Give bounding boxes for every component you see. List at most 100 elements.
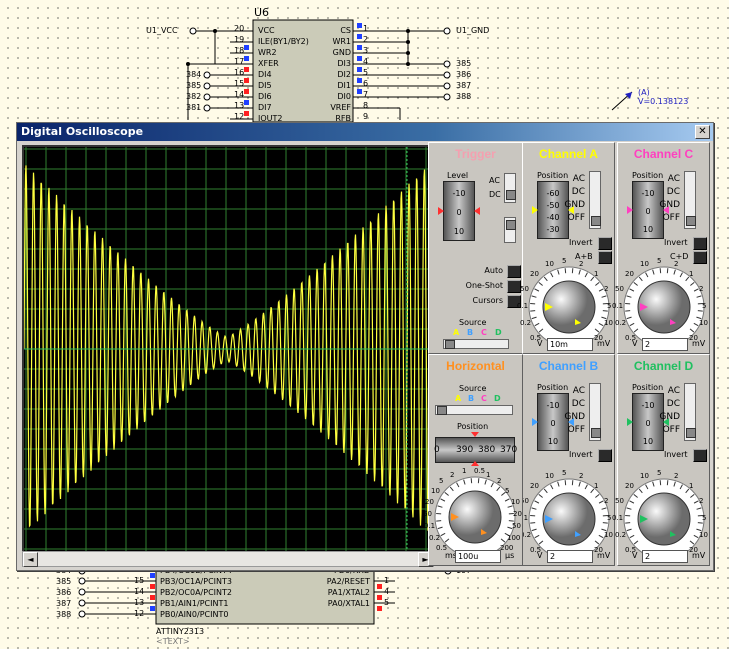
dial-scale-label: 100 bbox=[507, 534, 521, 542]
trigger-one-shot-button[interactable] bbox=[507, 280, 521, 293]
horizontal-scrollbar[interactable]: ◄ ► bbox=[22, 551, 434, 567]
pin-name: ILE(BY1/BY2) bbox=[258, 37, 309, 46]
pin-number: 13 bbox=[234, 101, 245, 110]
dial-scale-label: 10 bbox=[604, 531, 613, 539]
channel-a-trace bbox=[24, 165, 430, 531]
trigger-coupling-switch[interactable] bbox=[504, 173, 516, 203]
pin-number: 5 bbox=[363, 68, 369, 77]
pin-name: PA0/XTAL1 bbox=[327, 599, 370, 608]
timebase-value-field[interactable]: 10m bbox=[547, 338, 593, 351]
pin-number: 12 bbox=[234, 112, 245, 121]
pin-number: 3 bbox=[363, 46, 369, 55]
channel-a-invert-button[interactable] bbox=[598, 237, 612, 250]
horizontal-title: Horizontal bbox=[446, 359, 505, 373]
dial-scale-label: 5 bbox=[505, 487, 510, 495]
horizontal-source-slider[interactable] bbox=[435, 405, 513, 415]
dial-scale-label: 5 bbox=[562, 469, 567, 477]
position-tick: 390 bbox=[456, 445, 474, 455]
coupling-switch[interactable] bbox=[589, 383, 601, 441]
dial-scale-label: 20 bbox=[513, 510, 522, 518]
scroll-left-button[interactable]: ◄ bbox=[23, 552, 38, 567]
dial-scale-label: 20 bbox=[425, 498, 434, 506]
horizontal-source-letter: D bbox=[494, 394, 501, 403]
net-label: 385 bbox=[456, 59, 472, 68]
position-marker-bottom-icon bbox=[471, 461, 479, 466]
net-label: 382 bbox=[186, 92, 202, 101]
position-tick: 10 bbox=[453, 227, 465, 236]
unit-left-label: V bbox=[537, 551, 543, 560]
window-titlebar[interactable]: Digital Oscilloscope ✕ bbox=[17, 123, 713, 141]
dial-scale-label: 10 bbox=[545, 260, 554, 268]
unit-label: mV bbox=[692, 551, 706, 560]
timebase-value-field[interactable]: 100u bbox=[455, 550, 501, 563]
dial-scale-label: 20 bbox=[530, 482, 539, 490]
switch-knob bbox=[686, 428, 696, 438]
dial-scale-label: 1 bbox=[594, 482, 599, 490]
dial-scale-label: 5 bbox=[657, 257, 662, 265]
pin-number: 14 bbox=[234, 90, 245, 99]
dial-scale-label: 0.5 bbox=[474, 467, 486, 475]
mode-label-off: OFF bbox=[567, 425, 585, 435]
position-marker-top-icon bbox=[471, 432, 479, 437]
mode-label-gnd: GND bbox=[564, 200, 585, 210]
coupling-switch[interactable] bbox=[684, 171, 696, 229]
pin-number: 6 bbox=[363, 79, 369, 88]
timebase-value-field[interactable]: 2 bbox=[547, 550, 593, 563]
dial-tick bbox=[602, 310, 608, 312]
pin-number: 17 bbox=[234, 57, 245, 66]
mode-label-gnd: GND bbox=[564, 412, 585, 422]
pin-number: 15 bbox=[234, 79, 245, 88]
channel-b-invert-label: Invert bbox=[569, 450, 593, 459]
position-tick: -30 bbox=[546, 225, 560, 234]
mode-label-gnd: GND bbox=[659, 200, 680, 210]
channel-c-invert-button[interactable] bbox=[693, 237, 707, 250]
pin-number: 5 bbox=[384, 598, 390, 607]
dial-scale-label: 1 bbox=[462, 467, 467, 475]
close-button[interactable]: ✕ bbox=[695, 125, 710, 139]
position-marker-left-icon bbox=[627, 206, 633, 214]
mode-label-ac: AC bbox=[667, 174, 680, 184]
pin-name: DI3 bbox=[337, 59, 351, 68]
dial-scale-label: 2 bbox=[450, 471, 455, 479]
dial-scale-label: 2 bbox=[604, 285, 609, 293]
oscilloscope-window[interactable]: Digital Oscilloscope ✕ ◄ ► Trigger Level -… bbox=[16, 122, 714, 571]
trigger-source-slider[interactable] bbox=[443, 339, 509, 349]
position-tick: 10 bbox=[642, 437, 654, 446]
pin-name: XFER bbox=[258, 59, 279, 68]
trigger-level-slider[interactable]: -10 0 10 bbox=[438, 181, 480, 241]
timebase-value-field[interactable]: 2 bbox=[642, 338, 688, 351]
position-marker-left-icon bbox=[438, 207, 444, 215]
net-label: 386 bbox=[56, 588, 72, 597]
pin-name: DI7 bbox=[258, 103, 272, 112]
pin-number: 1 bbox=[363, 24, 369, 33]
channel-d-invert-button[interactable] bbox=[693, 449, 707, 462]
unit-label: mV bbox=[597, 551, 611, 560]
position-tick: 10 bbox=[642, 225, 654, 234]
trigger-auto-button[interactable] bbox=[507, 265, 521, 278]
switch-knob bbox=[591, 216, 601, 226]
pin-name: WR1 bbox=[332, 37, 351, 46]
dial-scale-label: 5 bbox=[607, 302, 612, 310]
dial-scale-label: 1 bbox=[689, 482, 694, 490]
mode-label-gnd: GND bbox=[659, 412, 680, 422]
dial-scale-label: 2 bbox=[579, 472, 584, 480]
pin-name: DI0 bbox=[337, 92, 351, 101]
dial-scale-label: 5 bbox=[562, 257, 567, 265]
channel-b-invert-button[interactable] bbox=[598, 449, 612, 462]
coupling-switch[interactable] bbox=[589, 171, 601, 229]
switch-knob bbox=[686, 216, 696, 226]
horizontal-position-slider[interactable]: 0 390 380 370 bbox=[434, 437, 517, 463]
channel-a-title: Channel A bbox=[539, 147, 598, 161]
dial-scale-label: 1 bbox=[486, 471, 491, 479]
slider-thumb bbox=[437, 406, 447, 415]
dial-scale-label: 2 bbox=[699, 285, 704, 293]
dial-scale-label: 50 bbox=[423, 510, 432, 518]
trigger-edge-switch[interactable] bbox=[504, 217, 516, 243]
timebase-value-field[interactable]: 2 bbox=[642, 550, 688, 563]
unit-left-label: V bbox=[632, 339, 638, 348]
dial-tick bbox=[625, 310, 631, 312]
scope-trace-area bbox=[24, 147, 430, 551]
coupling-switch[interactable] bbox=[684, 383, 696, 441]
scope-display[interactable] bbox=[22, 145, 432, 553]
pin-name: CS bbox=[340, 26, 351, 35]
